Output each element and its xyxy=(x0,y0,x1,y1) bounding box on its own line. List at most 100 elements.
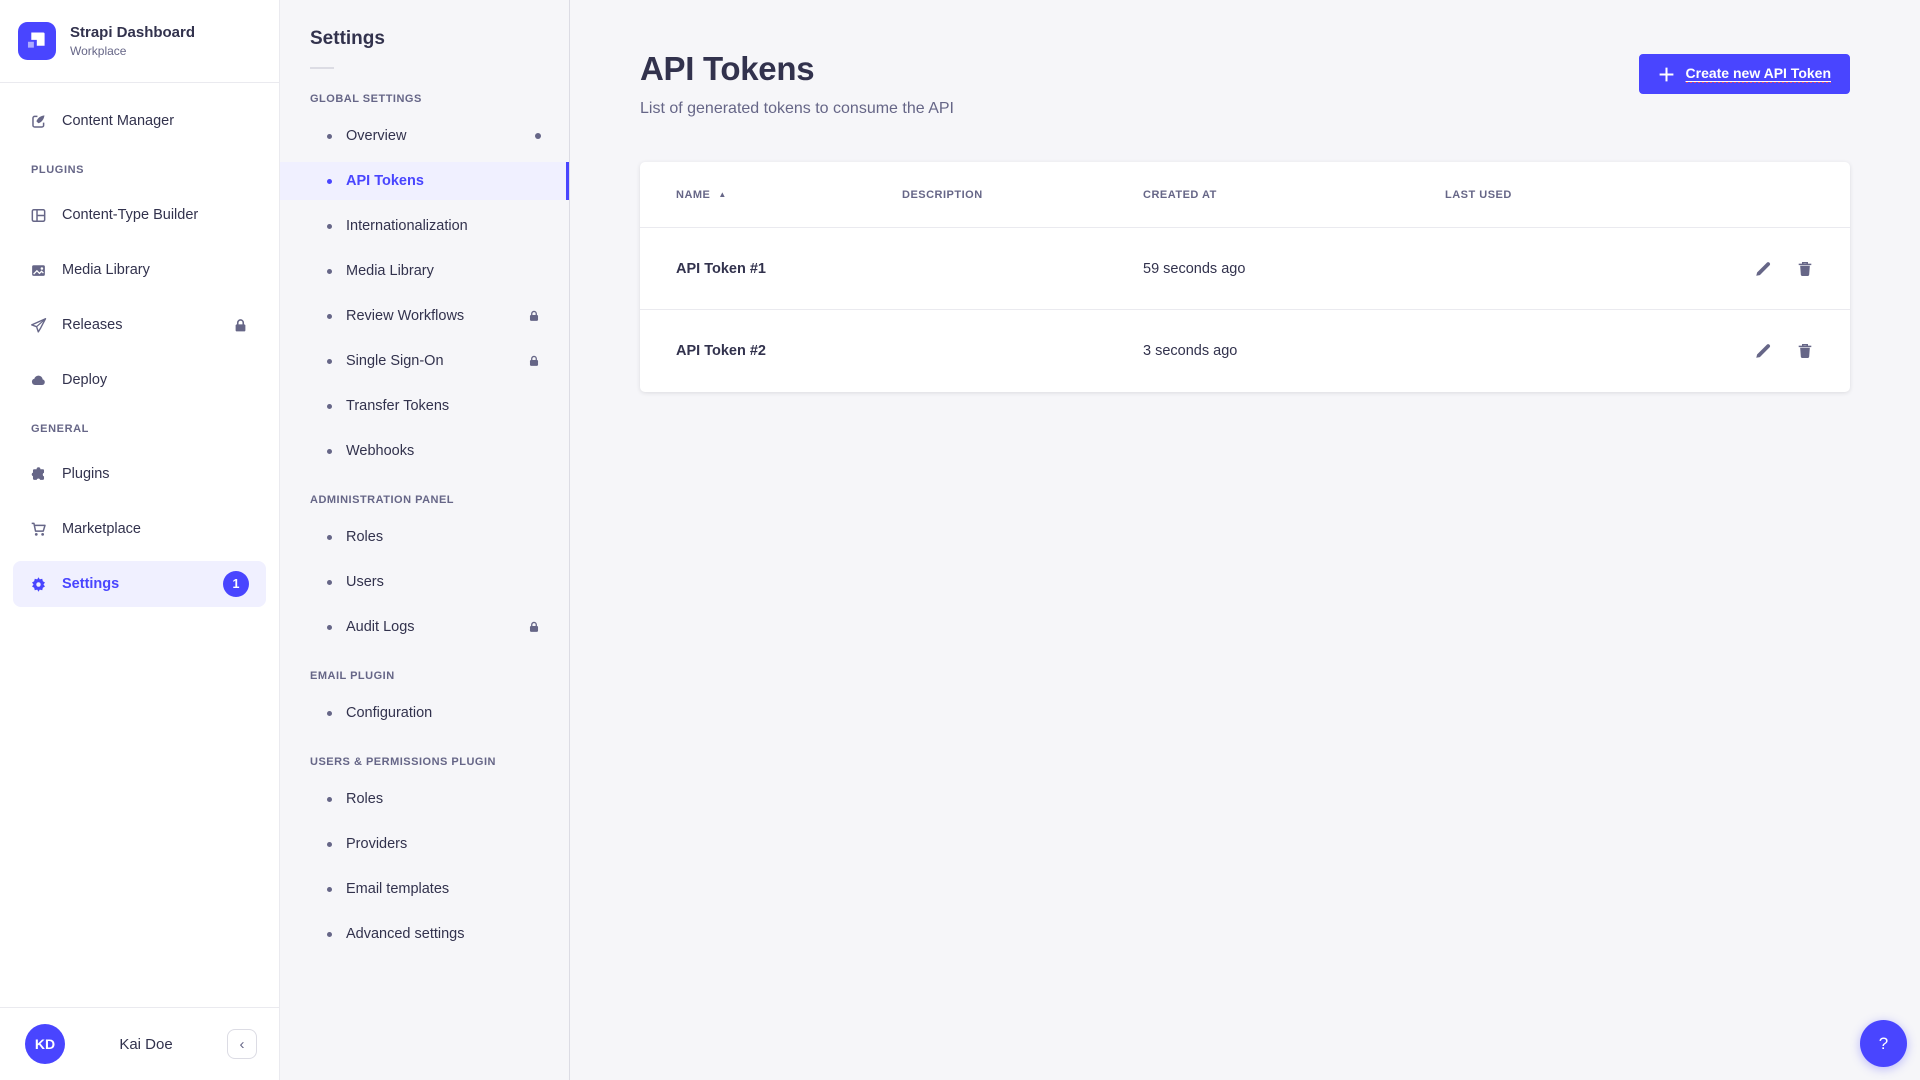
page-subtitle: List of generated tokens to consume the … xyxy=(640,100,954,118)
brand-text: Strapi Dashboard Workplace xyxy=(70,24,195,59)
sidebar-item-settings[interactable]: Settings1 xyxy=(13,561,266,607)
notification-dot-icon xyxy=(535,133,541,139)
bullet-icon xyxy=(327,625,332,630)
edit-token-button[interactable] xyxy=(1754,342,1772,360)
subnav-item-label: Internationalization xyxy=(346,218,468,234)
column-header-label: LAST USED xyxy=(1445,189,1512,201)
chevron-left-icon: ‹ xyxy=(240,1037,245,1052)
sidebar-item-label: Deploy xyxy=(62,372,107,388)
bullet-icon xyxy=(327,535,332,540)
subnav-item-roles[interactable]: Roles xyxy=(280,518,569,556)
strapi-logo-icon xyxy=(18,22,56,60)
brand[interactable]: Strapi Dashboard Workplace xyxy=(0,0,279,82)
trash-icon xyxy=(1796,342,1814,360)
bullet-icon xyxy=(327,580,332,585)
bullet-icon xyxy=(327,359,332,364)
subnav-item-label: Roles xyxy=(346,791,383,807)
sidebar-item-deploy[interactable]: Deploy xyxy=(13,357,266,403)
subnav-item-review-workflows[interactable]: Review Workflows xyxy=(280,297,569,335)
bullet-icon xyxy=(327,842,332,847)
column-header-last-used[interactable]: LAST USED xyxy=(1445,189,1722,201)
lock-icon xyxy=(527,620,541,634)
subnav-item-label: Email templates xyxy=(346,881,449,897)
subnav-item-api-tokens[interactable]: API Tokens xyxy=(280,162,569,200)
sidebar-item-label: Content-Type Builder xyxy=(62,207,198,223)
subnav-item-label: Audit Logs xyxy=(346,619,415,635)
subnav-item-label: Overview xyxy=(346,128,406,144)
sidebar-nav: Content Manager PLUGINS Content-Type Build… xyxy=(0,83,279,1007)
subnav-item-email-templates[interactable]: Email templates xyxy=(280,870,569,908)
column-header-label: NAME xyxy=(676,189,710,201)
subnav-item-advanced-settings[interactable]: Advanced settings xyxy=(280,915,569,953)
user-name: Kai Doe xyxy=(65,1036,227,1053)
subnav-section-label: GLOBAL SETTINGS xyxy=(280,93,569,105)
brand-title: Strapi Dashboard xyxy=(70,24,195,43)
subnav-item-webhooks[interactable]: Webhooks xyxy=(280,432,569,470)
subnav-item-label: Advanced settings xyxy=(346,926,465,942)
table-body: API Token #1 59 seconds ago API Token #23 … xyxy=(640,228,1850,392)
column-header-name[interactable]: NAME ▲ xyxy=(676,189,902,201)
subnav-item-label: Configuration xyxy=(346,705,432,721)
collapse-sidebar-button[interactable]: ‹ xyxy=(227,1029,257,1059)
sidebar-item-label: Plugins xyxy=(62,466,110,482)
subnav-item-label: Transfer Tokens xyxy=(346,398,449,414)
sidebar-footer: KD Kai Doe ‹ xyxy=(0,1007,279,1080)
create-api-token-label: Create new API Token xyxy=(1686,65,1831,83)
sidebar-item-media-library[interactable]: Media Library xyxy=(13,247,266,293)
row-actions xyxy=(1722,342,1814,360)
cart-icon xyxy=(30,521,47,538)
brand-subtitle: Workplace xyxy=(70,44,195,58)
create-api-token-button[interactable]: Create new API Token xyxy=(1639,54,1850,94)
subnav-item-label: Media Library xyxy=(346,263,434,279)
api-tokens-table: NAME ▲ DESCRIPTIONCREATED AT LAST USED API … xyxy=(640,162,1850,392)
image-icon xyxy=(30,262,47,279)
main-content: API Tokens List of generated tokens to c… xyxy=(570,0,1920,1080)
sidebar-item-releases[interactable]: Releases xyxy=(13,302,266,348)
bullet-icon xyxy=(327,269,332,274)
edit-token-button[interactable] xyxy=(1754,260,1772,278)
bullet-icon xyxy=(327,797,332,802)
subnav-item-label: API Tokens xyxy=(346,173,424,189)
sidebar-section-label: PLUGINS xyxy=(13,164,266,176)
token-name: API Token #2 xyxy=(676,343,902,359)
main-sidebar: Strapi Dashboard Workplace Content Manag… xyxy=(0,0,280,1080)
token-name: API Token #1 xyxy=(676,261,902,277)
bullet-icon xyxy=(327,449,332,454)
subnav-item-label: Roles xyxy=(346,529,383,545)
sort-asc-icon: ▲ xyxy=(718,191,726,199)
subnav-item-providers[interactable]: Providers xyxy=(280,825,569,863)
subnav-item-internationalization[interactable]: Internationalization xyxy=(280,207,569,245)
subnav-item-transfer-tokens[interactable]: Transfer Tokens xyxy=(280,387,569,425)
subnav-item-users[interactable]: Users xyxy=(280,563,569,601)
subnav-header: Settings xyxy=(280,0,569,69)
subnav-item-overview[interactable]: Overview xyxy=(280,117,569,155)
bullet-icon xyxy=(327,134,332,139)
pencil-icon xyxy=(1754,260,1772,278)
gear-icon xyxy=(30,576,47,593)
sidebar-item-plugins[interactable]: Plugins xyxy=(13,451,266,497)
bullet-icon xyxy=(327,404,332,409)
sidebar-item-content-type-builder[interactable]: Content-Type Builder xyxy=(13,192,266,238)
subnav-item-single-sign-on[interactable]: Single Sign-On xyxy=(280,342,569,380)
delete-token-button[interactable] xyxy=(1796,342,1814,360)
subnav-item-roles[interactable]: Roles xyxy=(280,780,569,818)
column-header-label: CREATED AT xyxy=(1143,189,1217,201)
token-created-at: 59 seconds ago xyxy=(1143,261,1445,277)
sidebar-item-marketplace[interactable]: Marketplace xyxy=(13,506,266,552)
puzzle-icon xyxy=(30,466,47,483)
column-header-created-at[interactable]: CREATED AT xyxy=(1143,189,1445,201)
help-button[interactable]: ? xyxy=(1860,1020,1907,1067)
subnav-item-audit-logs[interactable]: Audit Logs xyxy=(280,608,569,646)
subnav-item-media-library[interactable]: Media Library xyxy=(280,252,569,290)
table-row[interactable]: API Token #23 seconds ago xyxy=(640,310,1850,392)
column-header-description[interactable]: DESCRIPTION xyxy=(902,189,1143,201)
delete-token-button[interactable] xyxy=(1796,260,1814,278)
subnav-item-label: Users xyxy=(346,574,384,590)
table-row[interactable]: API Token #1 59 seconds ago xyxy=(640,228,1850,310)
bullet-icon xyxy=(327,932,332,937)
subnav-item-configuration[interactable]: Configuration xyxy=(280,694,569,732)
avatar[interactable]: KD xyxy=(25,1024,65,1064)
paper-plane-icon xyxy=(30,317,47,334)
sidebar-item-content-manager[interactable]: Content Manager xyxy=(13,98,266,144)
strapi-dashboard: Strapi Dashboard Workplace Content Manag… xyxy=(0,0,1920,1080)
